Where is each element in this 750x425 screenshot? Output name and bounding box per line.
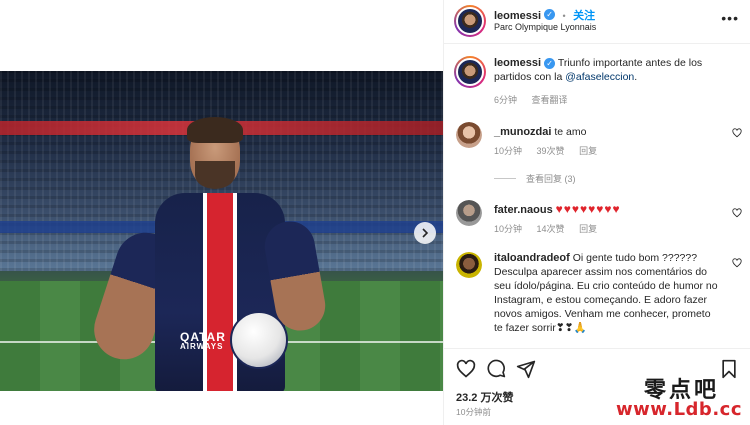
caption-avatar-image bbox=[456, 58, 484, 86]
author-avatar[interactable] bbox=[454, 5, 486, 37]
caption-mention-link[interactable]: @afaseleccion bbox=[565, 71, 634, 83]
sponsor-bottom: AIRWAYS bbox=[180, 342, 224, 351]
caption-avatar[interactable] bbox=[454, 56, 486, 88]
paper-plane-icon[interactable] bbox=[516, 359, 536, 379]
commenter-avatar-image bbox=[456, 200, 482, 226]
comment-body: Oi gente tudo bom ?????? Desculpa aparec… bbox=[494, 252, 718, 334]
caption-meta: 6分钟 查看翻译 bbox=[494, 93, 580, 106]
watermark-url: www.Ldb.cc bbox=[616, 399, 742, 420]
view-replies-label: 查看回复 (3) bbox=[526, 174, 576, 184]
comment-icon[interactable] bbox=[486, 359, 506, 379]
verified-badge-icon: ✓ bbox=[544, 57, 556, 69]
site-watermark: 零点吧 www.Ldb.cc bbox=[616, 372, 750, 425]
comment-time: 10分钟 bbox=[494, 224, 523, 234]
comment-likes[interactable]: 39次赞 bbox=[537, 146, 565, 156]
commenter-avatar-image bbox=[456, 122, 482, 148]
view-replies-button[interactable]: 查看回复 (3) bbox=[494, 172, 576, 185]
comment-item: _munozdai te amo 10分钟 39次赞 回复 bbox=[456, 122, 746, 162]
more-horizontal-icon[interactable]: ••• bbox=[721, 10, 739, 26]
post-photo[interactable]: QATAR AIRWAYS bbox=[0, 71, 443, 391]
commenter-avatar[interactable] bbox=[456, 252, 482, 278]
caption: leomessi ✓ Triunfo importante antes de lo… bbox=[454, 56, 746, 105]
comment-text: italoandradeof Oi gente tudo bom ?????? … bbox=[494, 251, 719, 335]
chevron-right-icon bbox=[422, 228, 429, 238]
commenter-username[interactable]: italoandradeof bbox=[494, 252, 570, 264]
commenter-username[interactable]: _munozdai bbox=[494, 126, 551, 138]
comment-body-hearts: ♥♥♥♥♥♥♥♥ bbox=[555, 202, 621, 216]
heart-icon[interactable] bbox=[732, 208, 742, 218]
comment-text: fater.naous ♥♥♥♥♥♥♥♥ bbox=[494, 202, 719, 217]
comment-likes[interactable]: 14次赞 bbox=[537, 224, 565, 234]
commenter-username[interactable]: fater.naous bbox=[494, 204, 553, 216]
post-timestamp: 10分钟前 bbox=[456, 407, 491, 417]
comment-item: italoandradeof Oi gente tudo bom ?????? … bbox=[456, 252, 746, 348]
verified-badge-icon: ✓ bbox=[544, 9, 556, 21]
post-details-pane: leomessi ✓ • 关注 Parc Olympique Lyonnais •… bbox=[443, 0, 750, 425]
comment-body: te amo bbox=[554, 126, 587, 138]
heart-icon[interactable] bbox=[456, 359, 476, 379]
comment-item: fater.naous ♥♥♥♥♥♥♥♥ 10分钟 14次赞 回复 bbox=[456, 200, 746, 240]
commenter-avatar-image bbox=[456, 252, 482, 278]
comment-meta: 10分钟 14次赞 回复 bbox=[494, 222, 609, 235]
caption-text: leomessi ✓ Triunfo importante antes de lo… bbox=[494, 56, 719, 84]
like-count[interactable]: 23.2 万次赞 bbox=[456, 389, 513, 405]
jersey-sponsor: QATAR AIRWAYS bbox=[180, 331, 230, 351]
caption-username[interactable]: leomessi bbox=[494, 57, 541, 69]
caption-time: 6分钟 bbox=[494, 95, 518, 105]
player-hair bbox=[187, 117, 243, 143]
commenter-avatar[interactable] bbox=[456, 122, 482, 148]
post-media-pane: QATAR AIRWAYS bbox=[0, 0, 443, 425]
follow-button[interactable]: 关注 bbox=[573, 10, 595, 22]
author-avatar-image bbox=[456, 7, 484, 35]
heart-icon[interactable] bbox=[732, 128, 742, 138]
author-username[interactable]: leomessi bbox=[494, 10, 541, 22]
post-location[interactable]: Parc Olympique Lyonnais bbox=[494, 22, 596, 32]
header-separator: • bbox=[562, 11, 566, 21]
football bbox=[230, 311, 288, 369]
caption-end: . bbox=[634, 71, 638, 83]
reply-button[interactable]: 回复 bbox=[579, 224, 597, 234]
jersey-stripe bbox=[203, 193, 237, 391]
next-image-button[interactable] bbox=[414, 222, 436, 244]
comment-text: _munozdai te amo bbox=[494, 125, 719, 139]
player-beard bbox=[195, 161, 235, 189]
reply-button[interactable]: 回复 bbox=[579, 146, 597, 156]
replies-divider bbox=[494, 178, 516, 179]
comment-meta: 10分钟 39次赞 回复 bbox=[494, 144, 609, 157]
player-figure: QATAR AIRWAYS bbox=[86, 117, 330, 391]
see-translation-link[interactable]: 查看翻译 bbox=[532, 95, 568, 105]
comment-time: 10分钟 bbox=[494, 146, 523, 156]
post-header: leomessi ✓ • 关注 Parc Olympique Lyonnais •… bbox=[444, 0, 750, 44]
commenter-avatar[interactable] bbox=[456, 200, 482, 226]
heart-icon[interactable] bbox=[732, 258, 742, 268]
